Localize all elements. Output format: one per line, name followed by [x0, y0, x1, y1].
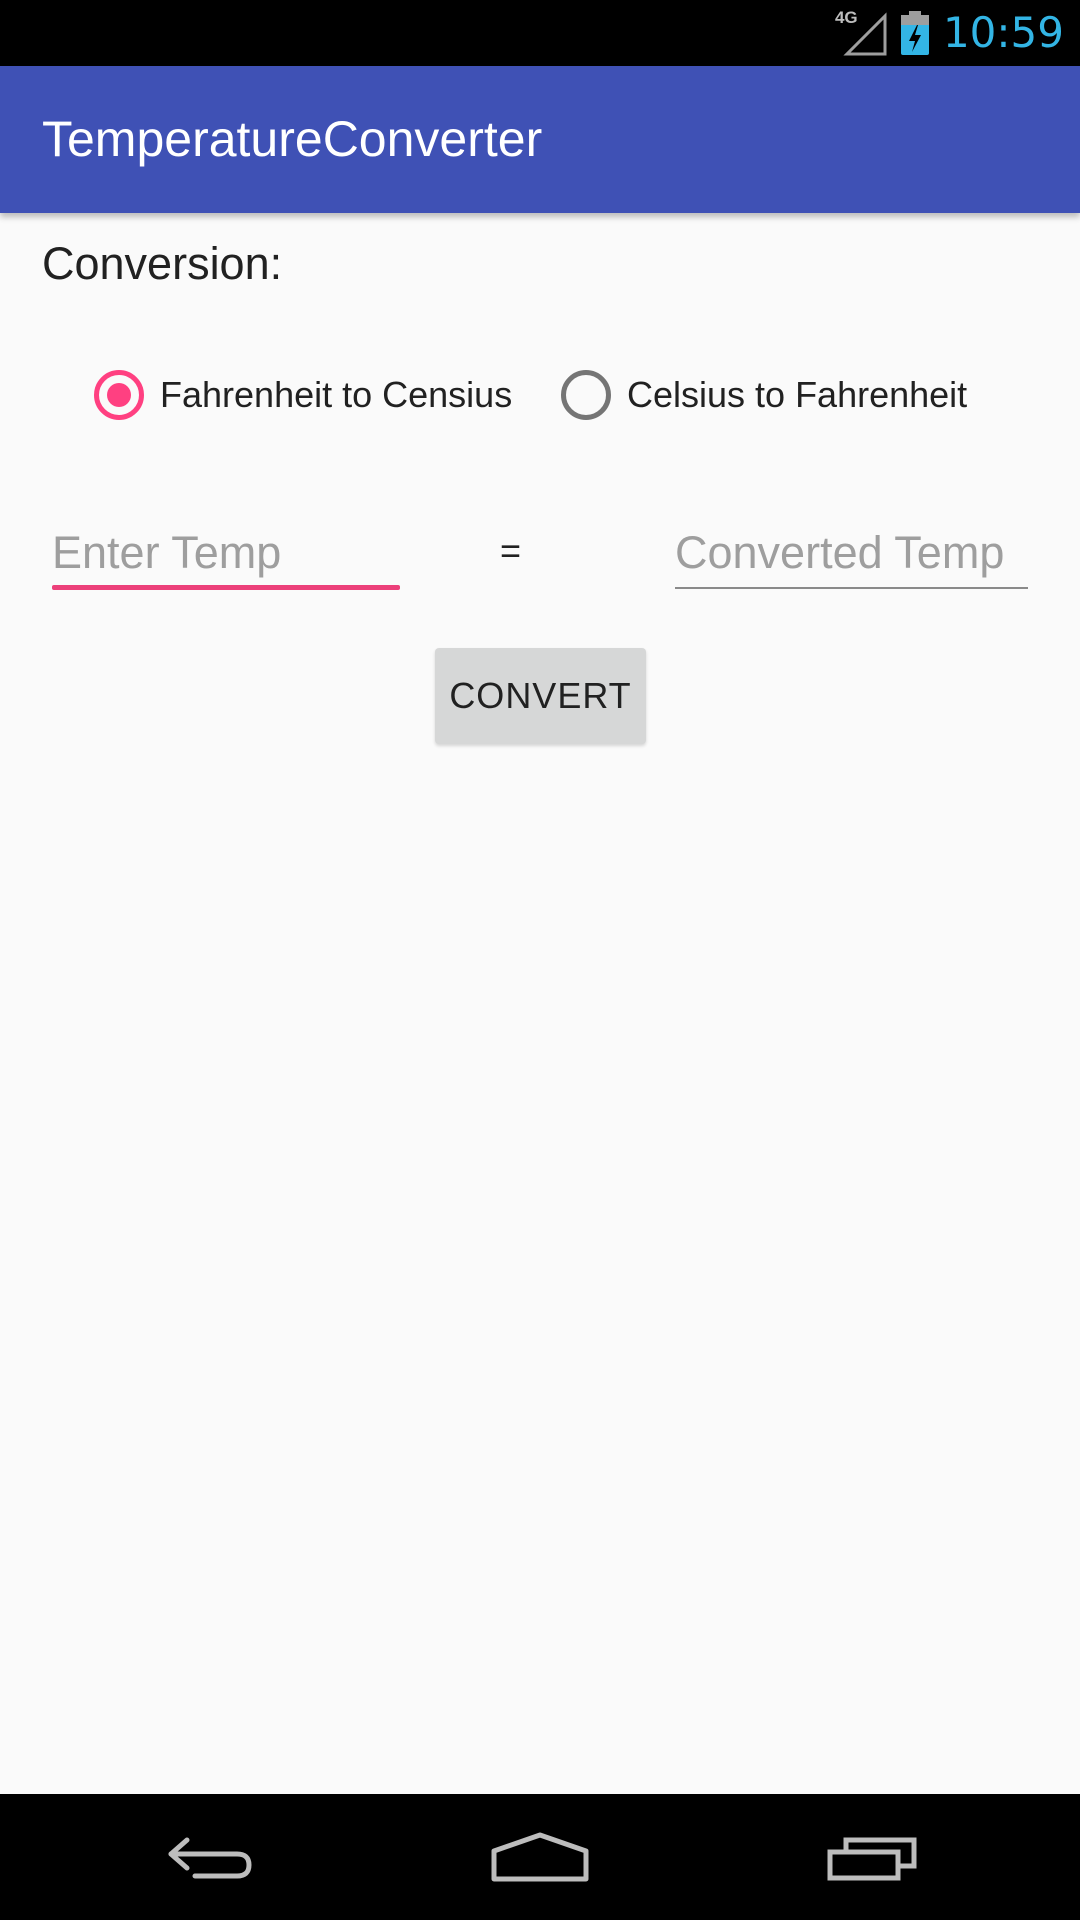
convert-button[interactable]: CONVERT	[435, 648, 646, 744]
converted-temp-input[interactable]	[675, 515, 1028, 585]
navigation-bar	[0, 1794, 1080, 1920]
status-clock: 10:59	[942, 8, 1064, 57]
radio-label: Celsius to Fahrenheit	[627, 374, 968, 415]
status-bar: 4G 10:59	[0, 0, 1080, 66]
radio-unchecked-icon[interactable]	[561, 370, 611, 420]
status-icons: 4G 10:59	[835, 0, 1064, 66]
recent-apps-button[interactable]	[792, 1794, 952, 1920]
conversion-label: Conversion:	[42, 238, 283, 289]
battery-charging-icon	[900, 11, 929, 55]
home-button[interactable]	[460, 1794, 620, 1920]
radio-label: Fahrenheit to Censius	[160, 374, 513, 415]
signal-icon: 4G	[834, 8, 887, 56]
back-button[interactable]	[130, 1794, 290, 1920]
recent-apps-icon	[827, 1837, 917, 1881]
app-title: TemperatureConverter	[42, 111, 543, 167]
radio-checked-icon[interactable]	[94, 370, 144, 420]
radio-fahrenheit-to-celsius[interactable]: Fahrenheit to Censius	[94, 366, 512, 424]
home-icon	[491, 1832, 589, 1882]
network-type: 4G	[834, 8, 858, 27]
enter-temp-field	[52, 515, 400, 593]
radio-celsius-to-fahrenheit[interactable]: Celsius to Fahrenheit	[561, 366, 967, 424]
app-bar: TemperatureConverter	[0, 66, 1080, 213]
converted-temp-underline	[675, 587, 1028, 589]
equals-sign: =	[500, 530, 522, 571]
back-icon	[168, 1837, 252, 1879]
screen: 4G 10:59 TemperatureConverter Conversion…	[0, 0, 1080, 1920]
enter-temp-underline	[52, 585, 400, 590]
converted-temp-field	[675, 515, 1028, 593]
enter-temp-input[interactable]	[52, 515, 400, 585]
